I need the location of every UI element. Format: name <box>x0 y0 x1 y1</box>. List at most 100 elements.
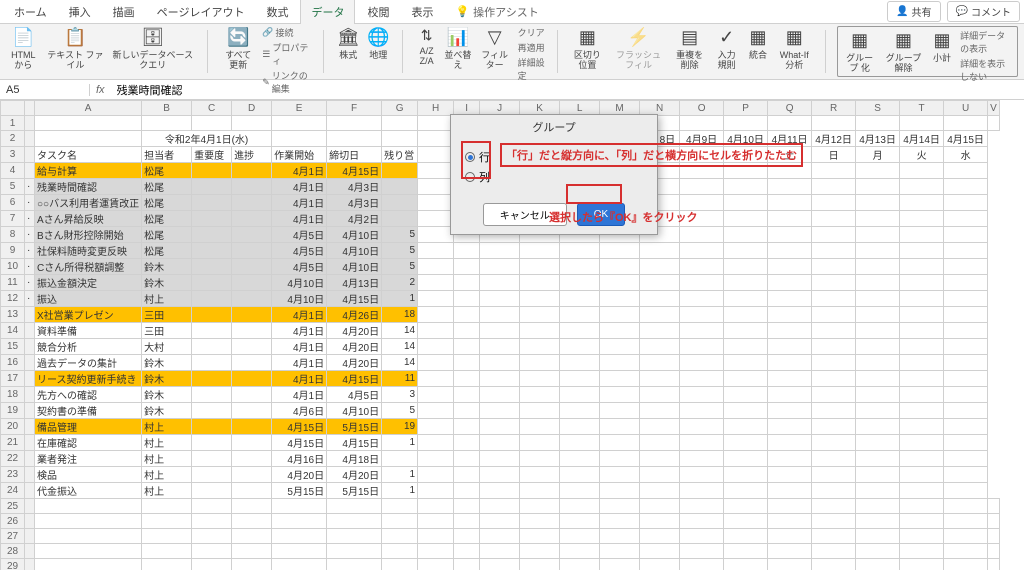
row-header[interactable]: 3 <box>1 147 25 163</box>
col-header[interactable]: V <box>988 101 1000 116</box>
cell[interactable]: 資料準備 <box>35 323 142 339</box>
cell[interactable]: 競合分析 <box>35 339 142 355</box>
row-header[interactable]: 5 <box>1 179 25 195</box>
text-file-button[interactable]: 📋テキスト ファイル <box>47 26 105 71</box>
connections-button[interactable]: 🔗接続 <box>262 26 311 39</box>
cell[interactable]: 契約書の準備 <box>35 403 142 419</box>
refresh-all-button[interactable]: 🔄すべて 更新 <box>220 26 256 71</box>
col-header[interactable]: C <box>192 101 232 116</box>
tab-assist[interactable]: 💡操作アシスト <box>445 0 548 24</box>
col-header[interactable]: D <box>232 101 272 116</box>
cell[interactable]: 在庫確認 <box>35 435 142 451</box>
advanced-filter-button[interactable]: 詳細設定 <box>518 56 545 82</box>
consolidate-button[interactable]: ▦統合 <box>746 26 770 61</box>
col-header[interactable]: Q <box>768 101 812 116</box>
cell[interactable]: 代金振込 <box>35 483 142 499</box>
row-header[interactable]: 28 <box>1 544 25 559</box>
cell[interactable]: 業者発注 <box>35 451 142 467</box>
cell[interactable]: 残業時間確認 <box>35 179 142 195</box>
cell[interactable]: 過去データの集計 <box>35 355 142 371</box>
html-from-button[interactable]: 📄HTML から <box>6 26 41 71</box>
row-header[interactable]: 20 <box>1 419 25 435</box>
col-header[interactable]: P <box>724 101 768 116</box>
tab-pagelayout[interactable]: ページレイアウト <box>147 0 255 24</box>
col-header[interactable]: E <box>272 101 327 116</box>
stocks-button[interactable]: 🏛株式 <box>336 26 360 61</box>
cell[interactable]: 振込 <box>35 291 142 307</box>
col-header[interactable]: H <box>418 101 454 116</box>
cell[interactable]: 給与計算 <box>35 163 142 179</box>
tab-view[interactable]: 表示 <box>401 0 443 24</box>
col-header[interactable]: R <box>812 101 856 116</box>
text-to-columns-button[interactable]: ▦区切り 位置 <box>570 26 605 71</box>
row-header[interactable]: 17 <box>1 371 25 387</box>
row-header[interactable]: 14 <box>1 323 25 339</box>
col-header[interactable]: F <box>327 101 382 116</box>
tab-home[interactable]: ホーム <box>4 0 57 24</box>
col-header[interactable]: B <box>142 101 192 116</box>
tab-formulas[interactable]: 数式 <box>256 0 298 24</box>
cell[interactable]: Bさん財形控除開始 <box>35 227 142 243</box>
row-header[interactable]: 6 <box>1 195 25 211</box>
radio-column-option[interactable]: 列 <box>465 169 643 185</box>
tab-data[interactable]: データ <box>300 0 355 24</box>
subtotal-button[interactable]: ▦小計 <box>930 29 954 64</box>
row-header[interactable]: 26 <box>1 514 25 529</box>
row-header[interactable]: 9 <box>1 243 25 259</box>
properties-button[interactable]: ☰プロパティ <box>262 41 311 67</box>
name-box[interactable]: A5 <box>0 84 90 96</box>
cell[interactable]: 先方への確認 <box>35 387 142 403</box>
cell[interactable]: 振込金額決定 <box>35 275 142 291</box>
row-header[interactable]: 19 <box>1 403 25 419</box>
sort-button[interactable]: 📊並べ替え <box>444 26 471 71</box>
cell[interactable]: 検品 <box>35 467 142 483</box>
row-header[interactable]: 7 <box>1 211 25 227</box>
col-header[interactable]: G <box>382 101 418 116</box>
row-header[interactable]: 1 <box>1 116 25 131</box>
remove-duplicates-button[interactable]: ▤重複を 削除 <box>672 26 707 71</box>
cell[interactable]: 備品管理 <box>35 419 142 435</box>
comment-button[interactable]: 💬コメント <box>947 1 1020 22</box>
row-header[interactable]: 16 <box>1 355 25 371</box>
flash-fill-button[interactable]: ⚡フラッシュ フィル <box>611 26 666 71</box>
clear-filter-button[interactable]: クリア <box>518 26 545 39</box>
data-validation-button[interactable]: ✓入力規則 <box>713 26 740 71</box>
row-header[interactable]: 22 <box>1 451 25 467</box>
col-header[interactable]: T <box>900 101 944 116</box>
cell[interactable]: Cさん所得税額調整 <box>35 259 142 275</box>
group-button[interactable]: ▦グループ 化 <box>842 29 877 74</box>
reapply-button[interactable]: 再適用 <box>518 41 545 54</box>
row-header[interactable]: 21 <box>1 435 25 451</box>
cell[interactable]: リース契約更新手続き <box>35 371 142 387</box>
show-detail-button[interactable]: 詳細データの表示 <box>960 29 1013 55</box>
share-button[interactable]: 👤共有 <box>887 1 940 22</box>
row-header[interactable]: 25 <box>1 499 25 514</box>
ungroup-button[interactable]: ▦グループ 解除 <box>883 29 924 74</box>
col-header[interactable]: O <box>680 101 724 116</box>
col-header[interactable]: U <box>944 101 988 116</box>
cell[interactable]: X社営業プレゼン <box>35 307 142 323</box>
filter-button[interactable]: ▽フィルター <box>478 26 512 71</box>
tab-review[interactable]: 校閲 <box>357 0 399 24</box>
formula-bar[interactable]: 残業時間確認 <box>111 82 1024 98</box>
new-db-query-button[interactable]: 🗄新しいデータベース クエリ <box>110 26 195 71</box>
hide-detail-button[interactable]: 詳細を表示しない <box>960 57 1013 83</box>
row-header[interactable]: 11 <box>1 275 25 291</box>
sort-az-button[interactable]: ⇅A/Z Z/A <box>415 26 438 67</box>
col-header[interactable]: A <box>35 101 142 116</box>
whatif-button[interactable]: ▦What-If 分析 <box>776 26 813 71</box>
cell[interactable]: ○○バス利用者運賃改正 <box>35 195 142 211</box>
row-header[interactable]: 29 <box>1 559 25 570</box>
row-header[interactable]: 12 <box>1 291 25 307</box>
row-header[interactable]: 18 <box>1 387 25 403</box>
cell[interactable]: Aさん昇給反映 <box>35 211 142 227</box>
row-header[interactable]: 2 <box>1 131 25 147</box>
row-header[interactable]: 4 <box>1 163 25 179</box>
row-header[interactable]: 23 <box>1 467 25 483</box>
tab-insert[interactable]: 挿入 <box>59 0 101 24</box>
row-header[interactable]: 10 <box>1 259 25 275</box>
row-header[interactable]: 8 <box>1 227 25 243</box>
geography-button[interactable]: 🌐地理 <box>366 26 390 61</box>
row-header[interactable]: 13 <box>1 307 25 323</box>
tab-draw[interactable]: 描画 <box>103 0 145 24</box>
